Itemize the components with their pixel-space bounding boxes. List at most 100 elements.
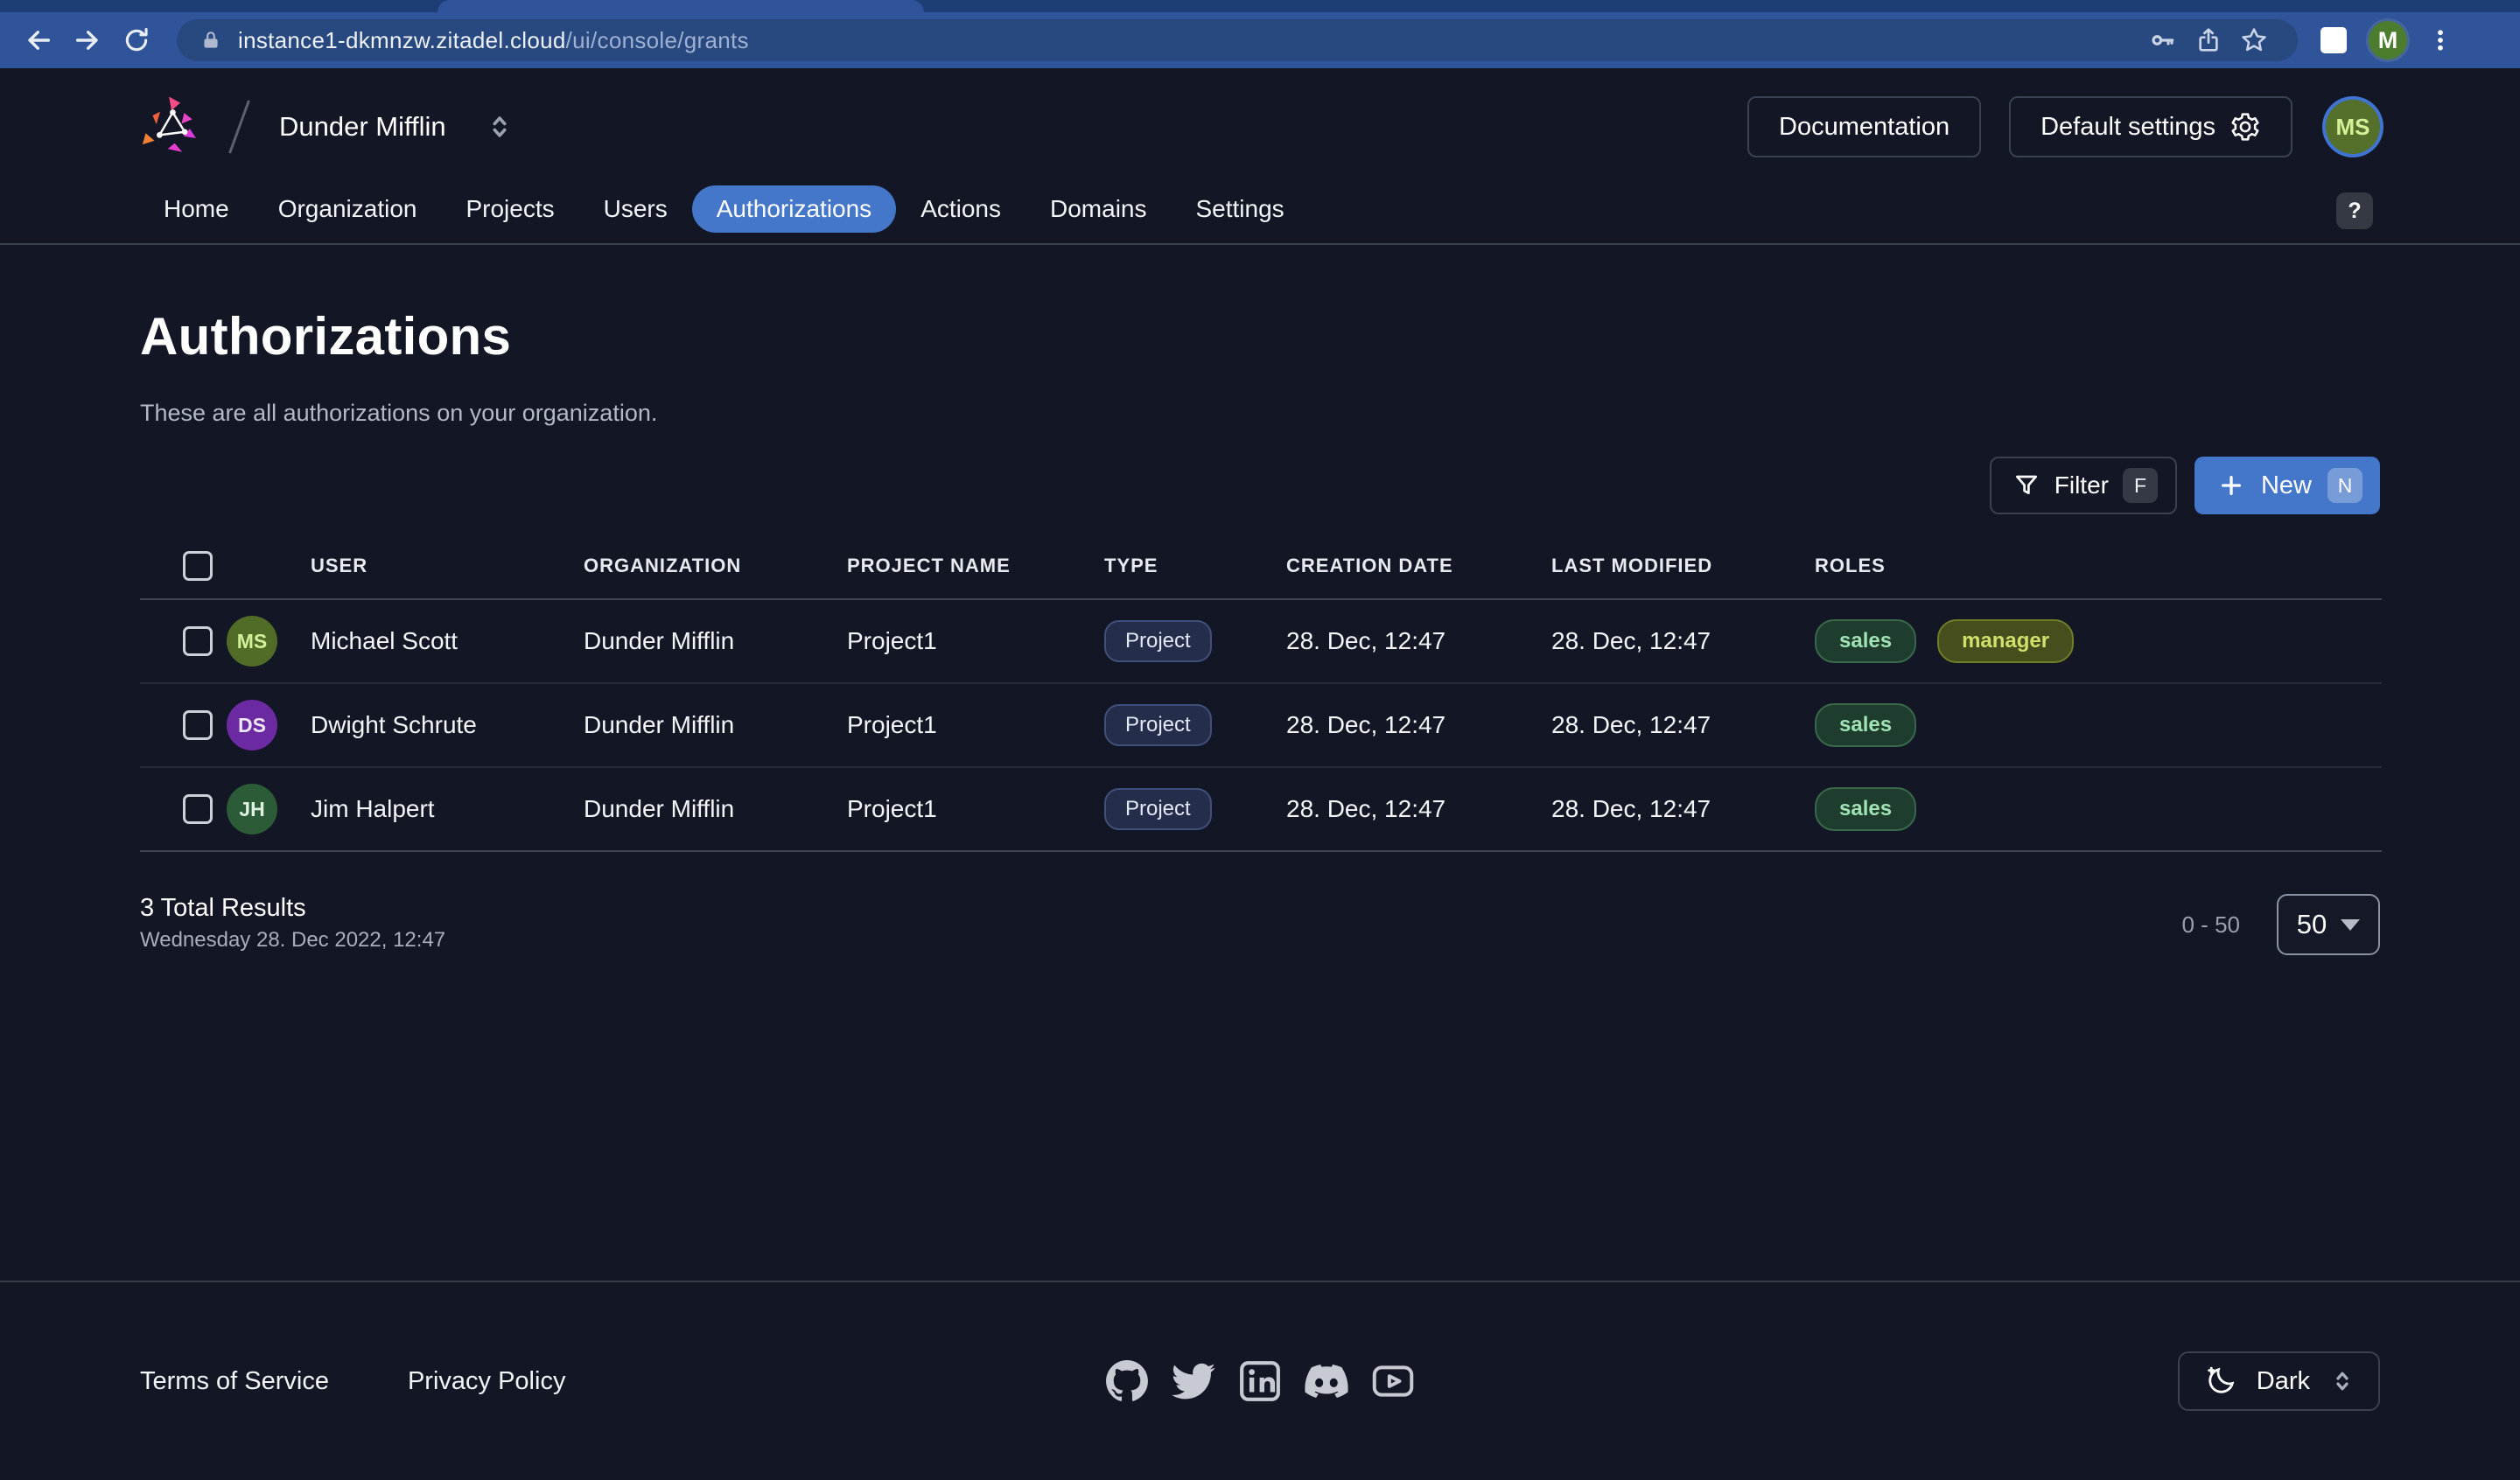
column-header-roles: ROLES [1815,555,2382,577]
filter-label: Filter [2054,471,2109,499]
documentation-label: Documentation [1779,113,1950,142]
linkedin-icon[interactable] [1238,1359,1282,1403]
documentation-button[interactable]: Documentation [1747,96,1981,157]
last-modified-cell: 28. Dec, 12:47 [1551,627,1815,655]
user-name: Dwight Schrute [311,711,477,739]
table-row[interactable]: JH Jim Halpert Dunder Mifflin Project1 P… [140,768,2382,852]
page-footer: Terms of Service Privacy Policy Dar [0,1281,2520,1480]
moon-icon [2204,1365,2237,1398]
social-links [1105,1359,1415,1403]
type-badge: Project [1104,620,1212,662]
pagination-range: 0 - 50 [2182,911,2241,939]
column-header-modified: LAST MODIFIED [1551,555,1815,577]
last-modified-cell: 28. Dec, 12:47 [1551,711,1815,739]
main-content: Authorizations These are all authorizati… [0,245,2520,955]
role-badge: sales [1815,703,1916,747]
theme-toggle[interactable]: Dark [2178,1351,2380,1411]
page-size-select[interactable]: 50 [2277,894,2380,955]
browser-tab[interactable] [438,0,924,12]
nav-item-authorizations[interactable]: Authorizations [692,185,896,233]
select-all-checkbox[interactable] [183,551,213,581]
terms-of-service-link[interactable]: Terms of Service [140,1367,329,1396]
main-nav: Home Organization Projects Users Authori… [0,185,2520,245]
org-switcher-icon[interactable] [485,108,514,145]
lock-icon [200,29,222,52]
discord-icon[interactable] [1305,1359,1348,1403]
org-slash-divider [228,100,250,153]
default-settings-button[interactable]: Default settings [2009,96,2292,157]
role-badge: sales [1815,619,1916,663]
user-name: Michael Scott [311,627,458,655]
nav-item-users[interactable]: Users [579,185,692,233]
filter-shortcut-badge: F [2123,468,2158,503]
filter-funnel-icon [2012,471,2040,499]
browser-toolbar: instance1-dkmnzw.zitadel.cloud/ui/consol… [0,12,2520,68]
browser-menu-icon[interactable] [2418,17,2462,64]
table-row[interactable]: DS Dwight Schrute Dunder Mifflin Project… [140,684,2382,768]
organization-cell: Dunder Mifflin [584,711,847,739]
theme-label: Dark [2257,1367,2310,1396]
role-badge: manager [1937,619,2074,663]
filter-button[interactable]: Filter F [1990,457,2177,514]
column-header-creation: CREATION DATE [1286,555,1551,577]
forward-icon[interactable] [63,16,112,65]
role-badge: sales [1815,787,1916,831]
creation-date-cell: 28. Dec, 12:47 [1286,711,1551,739]
new-button[interactable]: New N [2194,457,2380,514]
youtube-icon[interactable] [1371,1359,1415,1403]
twitter-icon[interactable] [1172,1359,1215,1403]
row-checkbox[interactable] [183,794,213,824]
table-header-row: USER ORGANIZATION PROJECT NAME TYPE CREA… [140,534,2382,600]
address-bar[interactable]: instance1-dkmnzw.zitadel.cloud/ui/consol… [177,19,2298,61]
page-subtitle: These are all authorizations on your org… [140,400,2380,427]
nav-item-home[interactable]: Home [139,185,254,233]
privacy-policy-link[interactable]: Privacy Policy [408,1367,566,1396]
row-checkbox[interactable] [183,710,213,740]
page-title: Authorizations [140,306,2380,367]
github-icon[interactable] [1105,1359,1149,1403]
reload-icon[interactable] [112,16,161,65]
avatar: JH [227,784,277,834]
plus-icon [2217,471,2245,499]
browser-profile-avatar[interactable]: M [2366,18,2410,62]
new-label: New [2261,471,2312,500]
row-checkbox[interactable] [183,626,213,656]
nav-item-projects[interactable]: Projects [441,185,578,233]
column-header-user: USER [227,555,584,577]
column-header-project: PROJECT NAME [847,555,1104,577]
user-name: Jim Halpert [311,795,435,823]
help-button[interactable]: ? [2336,192,2373,229]
project-cell: Project1 [847,627,1104,655]
table-row[interactable]: MS Michael Scott Dunder Mifflin Project1… [140,600,2382,684]
nav-item-organization[interactable]: Organization [254,185,442,233]
creation-date-cell: 28. Dec, 12:47 [1286,795,1551,823]
total-results: 3 Total Results [140,894,445,923]
nav-item-domains[interactable]: Domains [1026,185,1171,233]
password-key-icon[interactable] [2140,19,2186,61]
project-cell: Project1 [847,795,1104,823]
authorizations-table: USER ORGANIZATION PROJECT NAME TYPE CREA… [140,534,2382,852]
org-name[interactable]: Dunder Mifflin [279,111,446,143]
type-badge: Project [1104,788,1212,830]
project-cell: Project1 [847,711,1104,739]
new-shortcut-badge: N [2328,468,2362,503]
results-row: 3 Total Results Wednesday 28. Dec 2022, … [140,894,2380,955]
avatar: DS [227,700,277,750]
share-icon[interactable] [2186,19,2231,61]
results-timestamp: Wednesday 28. Dec 2022, 12:47 [140,928,445,953]
column-header-organization: ORGANIZATION [584,555,847,577]
organization-cell: Dunder Mifflin [584,795,847,823]
nav-item-actions[interactable]: Actions [896,185,1026,233]
actions-row: Filter F New N [140,457,2380,514]
avatar: MS [227,616,277,667]
url-text: instance1-dkmnzw.zitadel.cloud/ui/consol… [238,27,749,54]
back-icon[interactable] [14,16,63,65]
sidebar-toggle-icon[interactable] [2310,17,2357,64]
nav-item-settings[interactable]: Settings [1172,185,1309,233]
browser-chrome: instance1-dkmnzw.zitadel.cloud/ui/consol… [0,0,2520,68]
gear-icon [2230,111,2261,143]
column-header-type: TYPE [1104,555,1286,577]
user-avatar[interactable]: MS [2326,100,2380,154]
zitadel-logo-icon[interactable] [140,95,203,158]
bookmark-star-icon[interactable] [2231,19,2277,61]
